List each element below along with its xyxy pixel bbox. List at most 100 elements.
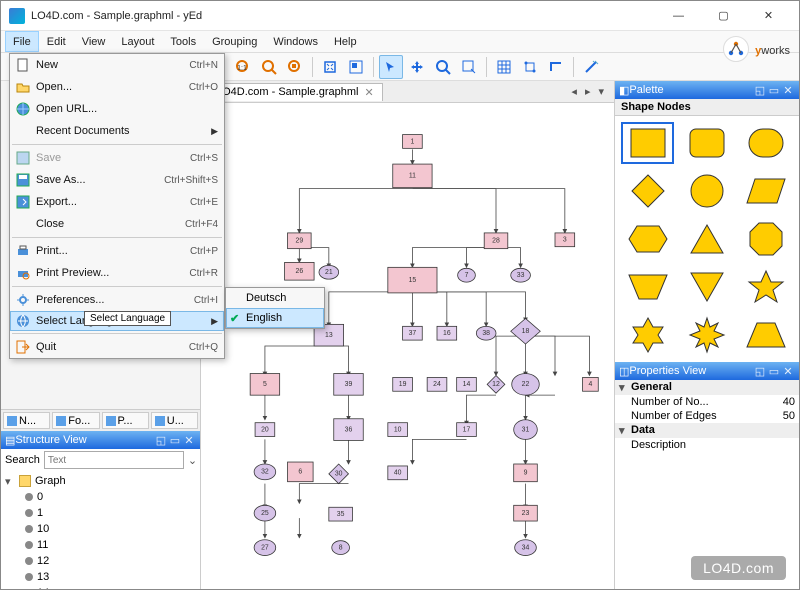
- menu-save-as[interactable]: Save As...Ctrl+Shift+S: [10, 169, 224, 191]
- shape-star6[interactable]: [621, 314, 674, 356]
- tb-pan-icon[interactable]: [405, 55, 429, 79]
- menu-save[interactable]: SaveCtrl+S: [10, 147, 224, 169]
- close-button[interactable]: ✕: [746, 1, 791, 31]
- menu-open-url[interactable]: Open URL...: [10, 98, 224, 120]
- shape-star5[interactable]: [740, 266, 793, 308]
- tb-magnify-icon[interactable]: [431, 55, 455, 79]
- tb-fit-icon[interactable]: [318, 55, 342, 79]
- shape-circle[interactable]: [680, 170, 733, 212]
- tab-list-icon[interactable]: ▾: [594, 85, 608, 98]
- tree-item[interactable]: 12: [5, 553, 196, 569]
- tab-close-icon[interactable]: ✕: [364, 86, 373, 99]
- svg-text:39: 39: [345, 381, 353, 388]
- mtab-pred[interactable]: P...: [102, 412, 149, 429]
- tb-editmode-icon[interactable]: [379, 55, 403, 79]
- shape-rounded-rect2[interactable]: [740, 122, 793, 164]
- panel-close-icon[interactable]: ✕: [781, 84, 795, 97]
- mtab-folder[interactable]: Fo...: [52, 412, 99, 429]
- menu-print-preview[interactable]: Print Preview...Ctrl+R: [10, 262, 224, 284]
- shape-trapezoid[interactable]: [740, 314, 793, 356]
- menu-open[interactable]: Open...Ctrl+O: [10, 76, 224, 98]
- search-input[interactable]: [44, 451, 184, 469]
- maximize-button[interactable]: ▢: [701, 1, 746, 31]
- structure-tree[interactable]: ▾Graph 0 1 10 11 12 13 14 15 16: [1, 471, 200, 589]
- tab-next-icon[interactable]: ▸: [581, 85, 595, 98]
- document-tab[interactable]: LO4D.com - Sample.graphml ✕: [207, 83, 383, 101]
- menu-print[interactable]: Print...Ctrl+P: [10, 240, 224, 262]
- props-section-data[interactable]: ▾Data: [615, 423, 799, 438]
- dropdown-icon[interactable]: ⌄: [188, 454, 197, 467]
- tb-zoomsel-icon[interactable]: [283, 55, 307, 79]
- lang-english[interactable]: ✔English: [226, 308, 324, 328]
- menu-close[interactable]: CloseCtrl+F4: [10, 213, 224, 235]
- panel-close-icon[interactable]: ✕: [182, 434, 196, 447]
- tree-item[interactable]: 1: [5, 505, 196, 521]
- svg-text:38: 38: [482, 330, 490, 337]
- tb-wand-icon[interactable]: [579, 55, 603, 79]
- collapse-icon[interactable]: ▾: [5, 475, 15, 488]
- menu-windows[interactable]: Windows: [265, 31, 326, 52]
- tree-item[interactable]: 11: [5, 537, 196, 553]
- menu-file[interactable]: File: [5, 31, 39, 52]
- panel-min-icon[interactable]: ▭: [767, 365, 781, 378]
- shape-triangle-down[interactable]: [680, 266, 733, 308]
- shape-rounded-rect[interactable]: [680, 122, 733, 164]
- shape-rectangle[interactable]: [621, 122, 674, 164]
- shape-triangle[interactable]: [680, 218, 733, 260]
- tree-root[interactable]: ▾Graph: [5, 473, 196, 489]
- shape-star8[interactable]: [680, 314, 733, 356]
- shape-diamond[interactable]: [621, 170, 674, 212]
- graph-svg: 1 11 29 28 3 26 21 15 7 33 13 37 16 38 1…: [201, 103, 614, 589]
- menu-preferences[interactable]: Preferences...Ctrl+I: [10, 289, 224, 311]
- menu-grouping[interactable]: Grouping: [204, 31, 265, 52]
- panel-pin-icon[interactable]: ◱: [753, 365, 767, 378]
- tab-prev-icon[interactable]: ◂: [567, 85, 581, 98]
- menu-tools[interactable]: Tools: [162, 31, 204, 52]
- tb-grid-icon[interactable]: [492, 55, 516, 79]
- menu-export[interactable]: Export...Ctrl+E: [10, 191, 224, 213]
- mtab-user[interactable]: U...: [151, 412, 198, 429]
- tree-item[interactable]: 0: [5, 489, 196, 505]
- shape-trapezoid-up[interactable]: [621, 266, 674, 308]
- tb-ortho-icon[interactable]: [544, 55, 568, 79]
- blank-icon: [14, 216, 32, 232]
- tb-snap-icon[interactable]: [518, 55, 542, 79]
- svg-text:5: 5: [263, 381, 267, 388]
- tb-annot-icon[interactable]: [457, 55, 481, 79]
- shape-octagon[interactable]: [740, 218, 793, 260]
- tb-zoom100-icon[interactable]: 1:1: [231, 55, 255, 79]
- exit-icon: [14, 339, 32, 355]
- collapse-icon[interactable]: ▾: [619, 424, 631, 437]
- mtab-neighbor[interactable]: N...: [3, 412, 50, 429]
- tb-overview-icon[interactable]: [344, 55, 368, 79]
- palette-group-label[interactable]: Shape Nodes: [615, 99, 799, 116]
- folder-open-icon: [14, 79, 32, 95]
- panel-min-icon[interactable]: ▭: [767, 84, 781, 97]
- menu-separator: [12, 333, 222, 334]
- panel-min-icon[interactable]: ▭: [168, 434, 182, 447]
- collapse-icon[interactable]: ▾: [619, 381, 631, 394]
- panel-close-icon[interactable]: ✕: [781, 365, 795, 378]
- tree-item[interactable]: 10: [5, 521, 196, 537]
- minimize-button[interactable]: —: [656, 1, 701, 31]
- menu-layout[interactable]: Layout: [113, 31, 162, 52]
- menu-help[interactable]: Help: [326, 31, 365, 52]
- props-section-general[interactable]: ▾General: [615, 380, 799, 395]
- menu-view[interactable]: View: [74, 31, 114, 52]
- grid-icon: [155, 416, 165, 426]
- graph-canvas[interactable]: 1 11 29 28 3 26 21 15 7 33 13 37 16 38 1…: [201, 103, 614, 589]
- lang-deutsch[interactable]: Deutsch: [226, 288, 324, 308]
- shape-hexagon[interactable]: [621, 218, 674, 260]
- menu-edit[interactable]: Edit: [39, 31, 74, 52]
- tb-zoomfit-icon[interactable]: [257, 55, 281, 79]
- panel-pin-icon[interactable]: ◱: [753, 84, 767, 97]
- menu-quit[interactable]: QuitCtrl+Q: [10, 336, 224, 358]
- panel-pin-icon[interactable]: ◱: [154, 434, 168, 447]
- shape-parallelogram[interactable]: [740, 170, 793, 212]
- tree-item[interactable]: 14: [5, 585, 196, 589]
- tree-item[interactable]: 13: [5, 569, 196, 585]
- menu-recent[interactable]: Recent Documents▶: [10, 120, 224, 142]
- prop-row[interactable]: Description: [615, 438, 799, 452]
- export-icon: [14, 194, 32, 210]
- menu-new[interactable]: NewCtrl+N: [10, 54, 224, 76]
